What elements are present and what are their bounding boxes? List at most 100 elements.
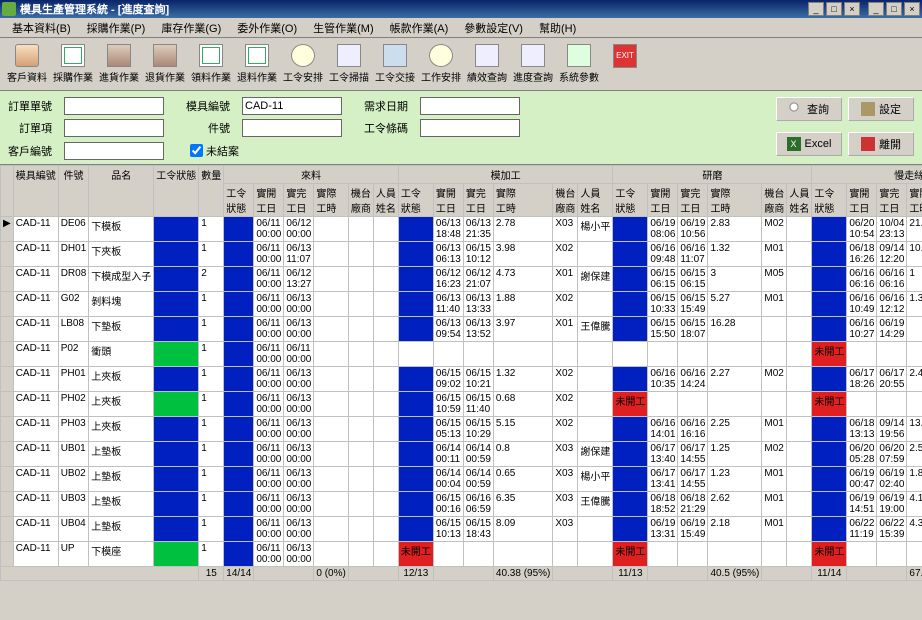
cell[interactable]: DH01 [58, 242, 89, 267]
cell[interactable]: 8.09 [493, 517, 552, 542]
cell[interactable]: 06/1609:48 [648, 242, 678, 267]
cell[interactable]: 上墊板 [89, 442, 154, 467]
cell[interactable]: 完工 [224, 517, 254, 542]
cell[interactable] [787, 242, 812, 267]
cell[interactable]: X02 [553, 392, 578, 417]
restore-button[interactable]: □ [826, 2, 842, 16]
cell[interactable]: G02 [58, 292, 89, 317]
cell[interactable]: 21.18 [907, 217, 922, 242]
cell[interactable]: 完工 [613, 492, 648, 517]
cell[interactable]: 06/1300:00 [284, 317, 314, 342]
cell[interactable]: 06/1100:00 [254, 417, 284, 442]
col-header[interactable]: 實際工時 [907, 184, 922, 217]
cell[interactable]: 06/1400:59 [463, 467, 493, 492]
cell[interactable] [762, 392, 787, 417]
cell[interactable] [678, 342, 708, 367]
cell[interactable] [348, 417, 373, 442]
query-button[interactable]: 查詢 [776, 97, 842, 121]
table-row[interactable]: ▶CAD-11DE06下模板完工1完工06/1100:0006/1200:00完… [1, 217, 922, 242]
cell[interactable] [578, 292, 613, 317]
cell[interactable]: 完工 [154, 442, 199, 467]
cell[interactable] [373, 292, 398, 317]
cell[interactable]: 1.88 [493, 292, 552, 317]
cell[interactable]: P02 [58, 342, 89, 367]
col-header[interactable]: 數量 [199, 166, 224, 217]
cell[interactable] [708, 542, 762, 567]
tool-exit[interactable]: EXIT [602, 42, 648, 86]
cell[interactable] [787, 267, 812, 292]
setup-button[interactable]: 設定 [848, 97, 914, 121]
cell[interactable]: 5.27 [708, 292, 762, 317]
cell[interactable]: 06/1919:00 [877, 492, 907, 517]
cell[interactable]: 謝保建 [578, 442, 613, 467]
cell[interactable] [907, 342, 922, 367]
cell[interactable]: 2.62 [708, 492, 762, 517]
cell[interactable] [578, 367, 613, 392]
cell[interactable]: 06/2215:39 [877, 517, 907, 542]
cell[interactable]: 完工 [154, 317, 199, 342]
cell[interactable]: 完工 [812, 492, 847, 517]
tool-pick[interactable]: 領料作業 [188, 42, 234, 86]
cell[interactable]: 4.33 [907, 517, 922, 542]
cell[interactable]: 完工 [613, 217, 648, 242]
cell[interactable] [348, 292, 373, 317]
cell[interactable] [314, 267, 348, 292]
cell[interactable]: 完工 [154, 417, 199, 442]
cell[interactable]: 完工 [398, 367, 433, 392]
cell[interactable] [787, 392, 812, 417]
cell[interactable] [373, 217, 398, 242]
cell[interactable]: 未開工 [398, 542, 433, 567]
cell[interactable]: 06/1321:35 [463, 217, 493, 242]
col-header[interactable]: 工令狀態 [812, 184, 847, 217]
cell[interactable]: 10/0423:13 [877, 217, 907, 242]
col-header[interactable]: 機台廠商 [762, 184, 787, 217]
cell[interactable] [398, 342, 433, 367]
cell[interactable]: 王偉騰 [578, 492, 613, 517]
row-selector[interactable] [1, 492, 14, 517]
cell[interactable]: 2 [199, 267, 224, 292]
cell[interactable]: 完工 [224, 417, 254, 442]
tool-eff[interactable]: 績效查詢 [464, 42, 510, 86]
cell[interactable]: 1.88 [907, 467, 922, 492]
cell[interactable]: 楊小平 [578, 467, 613, 492]
cell[interactable] [373, 317, 398, 342]
cell[interactable]: 謝保建 [578, 267, 613, 292]
cell[interactable]: 06/1400:04 [433, 467, 463, 492]
cell[interactable] [578, 392, 613, 417]
cell[interactable]: 完工 [224, 292, 254, 317]
input-mold-no[interactable] [242, 97, 342, 115]
cell[interactable] [314, 317, 348, 342]
cell[interactable]: 06/1100:00 [254, 242, 284, 267]
cell[interactable]: 1 [907, 267, 922, 292]
cell[interactable]: 1 [199, 342, 224, 367]
col-header[interactable]: 模加工 [398, 166, 613, 184]
menu-0[interactable]: 基本資料(B) [4, 18, 79, 38]
cell[interactable]: 06/1518:43 [463, 517, 493, 542]
cell[interactable]: 06/1309:54 [433, 317, 463, 342]
cell[interactable]: 0.8 [493, 442, 552, 467]
cell[interactable] [433, 342, 463, 367]
cell[interactable] [348, 267, 373, 292]
cell[interactable] [348, 517, 373, 542]
cell[interactable]: 1 [199, 367, 224, 392]
row-selector[interactable] [1, 267, 14, 292]
cell[interactable] [787, 317, 812, 342]
cell[interactable]: 06/1100:00 [254, 517, 284, 542]
cell[interactable]: 06/2211:19 [847, 517, 877, 542]
input-part-no[interactable] [242, 119, 342, 137]
cell[interactable]: 06/1100:00 [254, 217, 284, 242]
cell[interactable] [348, 467, 373, 492]
cell[interactable] [373, 492, 398, 517]
cell[interactable]: 下模成型入子 [89, 267, 154, 292]
cell[interactable] [373, 467, 398, 492]
cell[interactable]: 1.25 [708, 442, 762, 467]
menu-5[interactable]: 帳款作業(A) [382, 18, 457, 38]
cell[interactable] [787, 217, 812, 242]
cell[interactable]: 06/1306:13 [433, 242, 463, 267]
row-selector[interactable] [1, 292, 14, 317]
cell[interactable] [314, 242, 348, 267]
cell[interactable] [314, 417, 348, 442]
cell[interactable]: 1 [199, 542, 224, 567]
cell[interactable]: 06/1400:11 [433, 442, 463, 467]
cell[interactable]: 06/1614:01 [648, 417, 678, 442]
